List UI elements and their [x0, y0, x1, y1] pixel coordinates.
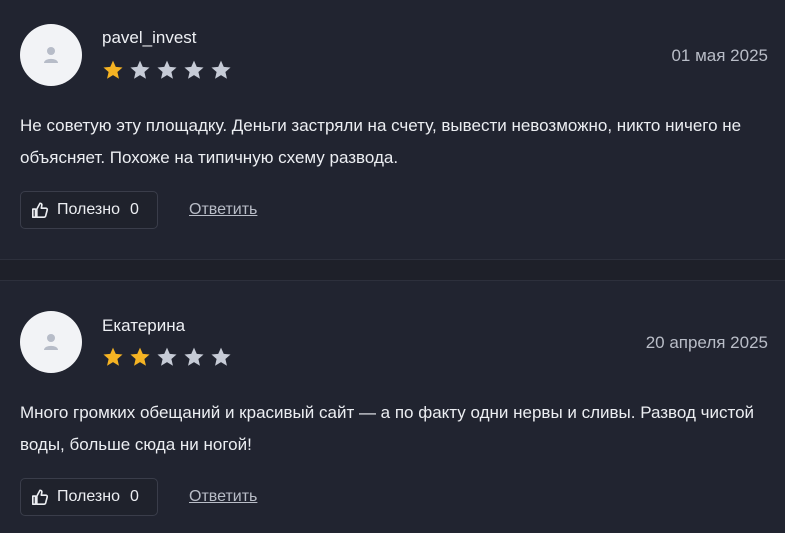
review-date: 20 апреля 2025 — [645, 333, 768, 352]
star-empty-icon — [130, 60, 150, 79]
star-empty-icon — [157, 60, 177, 79]
review-card: Екатерина 20 апреля 2025 Много громких о… — [0, 281, 785, 533]
star-filled-icon — [130, 347, 150, 366]
thumbs-up-icon — [31, 202, 49, 219]
useful-label: Полезно — [57, 488, 120, 505]
star-empty-icon — [184, 60, 204, 79]
star-empty-icon — [211, 60, 231, 79]
user-icon — [44, 47, 58, 63]
review-text: Много громких обещаний и красивый сайт —… — [20, 403, 755, 454]
star-empty-icon — [157, 347, 177, 366]
thumbs-up-icon — [31, 489, 49, 506]
review-text: Не советую эту площадку. Деньги застряли… — [20, 116, 742, 167]
useful-label: Полезно — [57, 201, 120, 218]
star-rating — [102, 346, 232, 368]
star-filled-icon — [103, 60, 123, 79]
star-rating — [102, 59, 232, 81]
avatar — [20, 24, 82, 86]
review-author: pavel_invest — [102, 28, 197, 47]
star-filled-icon — [103, 347, 123, 366]
star-empty-icon — [184, 347, 204, 366]
useful-button[interactable]: Полезно 0 — [20, 191, 158, 229]
review-date: 01 мая 2025 — [671, 46, 768, 65]
reply-link[interactable]: Ответить — [189, 488, 257, 506]
star-empty-icon — [211, 347, 231, 366]
avatar — [20, 311, 82, 373]
useful-count: 0 — [130, 201, 139, 218]
useful-button[interactable]: Полезно 0 — [20, 478, 158, 516]
review-divider — [0, 259, 785, 281]
useful-count: 0 — [130, 488, 139, 505]
review-card: pavel_invest 01 мая 2025 Не советую эту … — [0, 0, 785, 259]
review-author: Екатерина — [102, 316, 186, 335]
reply-link[interactable]: Ответить — [189, 201, 257, 219]
user-icon — [44, 334, 58, 350]
